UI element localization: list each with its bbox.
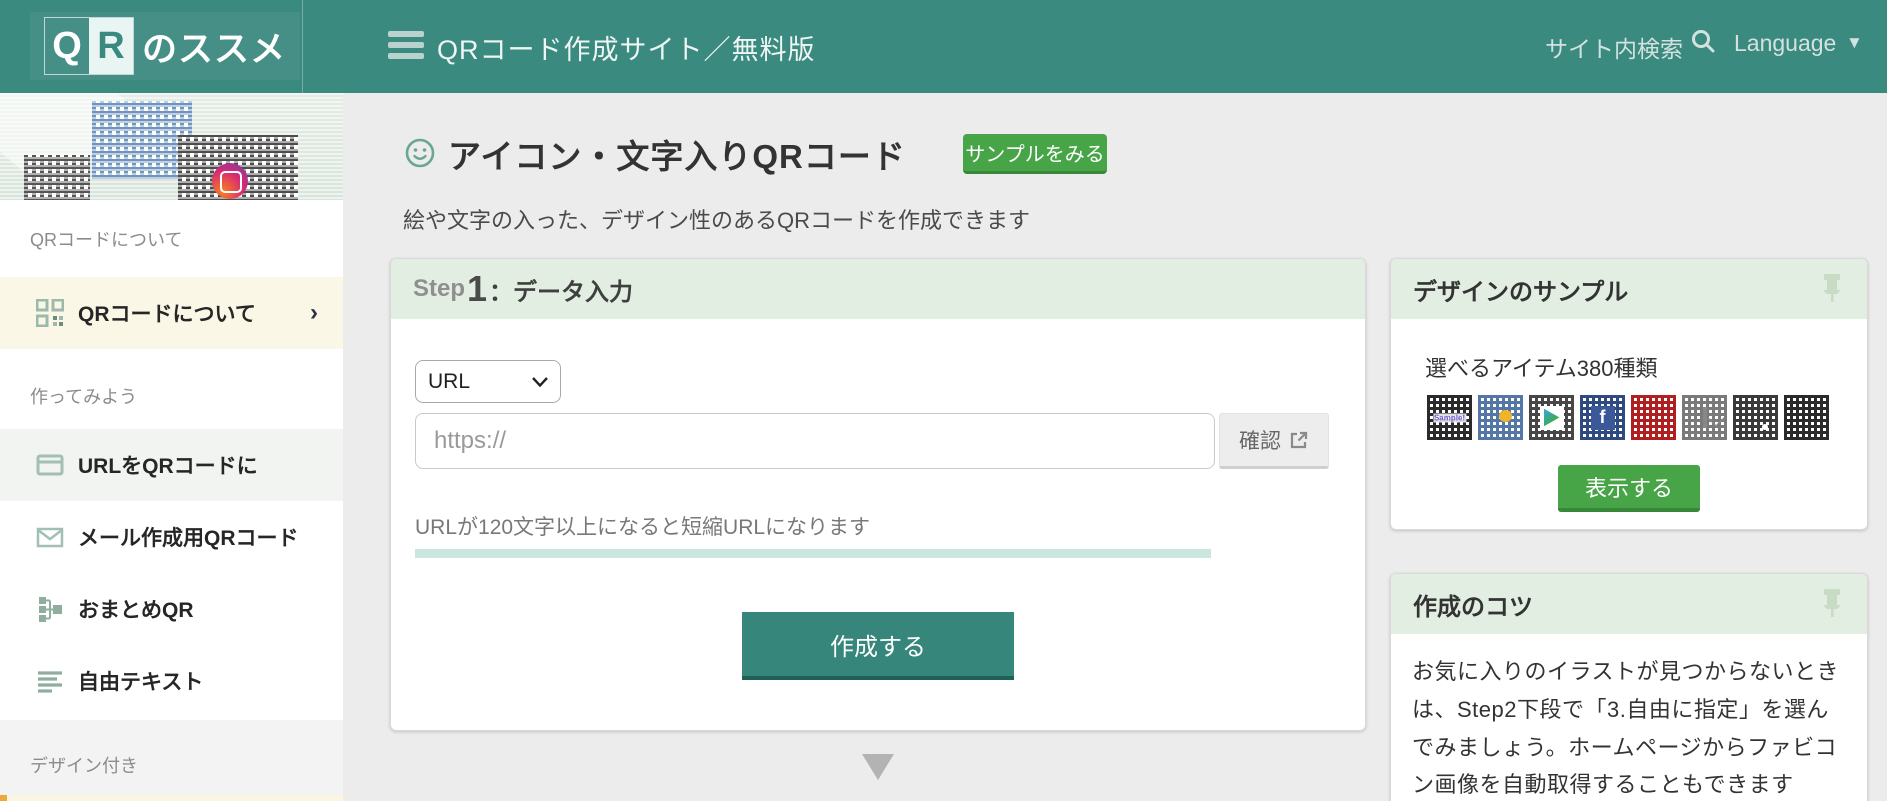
progress-underline-bar [415,549,1211,558]
sitemap-icon [36,595,64,623]
step-number: 1 [467,268,487,310]
page-title: アイコン・文字入りQRコード [448,130,906,178]
sidebar-item-label: URLをQRコードに [78,450,258,480]
chevron-down-icon [532,377,548,387]
qr-sample-text: Sample! [1425,393,1474,442]
header-divider [302,0,303,93]
confirm-button[interactable]: 確認 [1219,413,1329,469]
qr-code-icon [36,299,64,327]
pushpin-icon [1819,273,1845,308]
google-play-icon [1540,406,1564,430]
qr-sample-google-play [1527,393,1576,442]
sidebar-item-label: おまとめQR [78,594,194,624]
step-word: Step [413,275,465,303]
instagram-icon [212,163,248,199]
qr-sample-duck [1476,393,1525,442]
sidebar-item-label: メール作成用QRコード [78,522,299,552]
logo-letter-r: R [89,18,133,74]
show-designs-button[interactable]: 表示する [1558,465,1700,512]
search-icon[interactable] [1690,28,1716,59]
smiley-icon [404,137,436,174]
text-lines-icon [36,667,64,695]
url-length-note: URLが120文字以上になると短縮URLになります [415,511,870,541]
qr-sample-plain [1782,393,1831,442]
external-link-icon [1289,430,1309,450]
item-count-text: 選べるアイテム380種類 [1425,351,1658,383]
sidebar-item-mail-qr[interactable]: メール作成用QRコード [0,501,343,573]
sidebar-item-about-qr[interactable]: QRコードについて › [0,277,343,349]
qr-collage-banner [0,93,343,200]
confirm-button-label: 確認 [1239,425,1281,455]
step1-panel-header: Step 1 ：データ入力 [391,259,1365,319]
qr-sample-row: Sample! f [1425,393,1831,442]
create-button[interactable]: 作成する [742,612,1014,680]
hamburger-menu-icon[interactable] [388,31,424,61]
creation-tips-panel-header: 作成のコツ [1391,574,1867,634]
pushpin-icon [1819,588,1845,623]
view-sample-button[interactable]: サンプルをみる [963,134,1107,174]
url-input[interactable] [415,413,1215,469]
scroll-down-arrow-icon [862,754,894,780]
design-sample-panel-header: デザインのサンプル [1391,259,1867,319]
browser-window-icon [36,451,64,479]
sidebar-item-label: 自由テキスト [78,666,203,696]
top-header-bar: QR のススメ QRコード作成サイト／無料版 サイト内検索 Language ▼ [0,0,1887,93]
page-subtitle: 絵や文字の入った、デザイン性のあるQRコードを作成できます [403,203,1030,235]
sidebar-section-about: QRコードについて [30,226,182,252]
sidebar: QRコードについて QRコードについて › 作ってみよう URLをQRコードに … [0,93,343,801]
step-title: ：データ入力 [489,272,633,307]
chevron-right-icon: › [310,299,318,327]
language-dropdown-arrow[interactable]: ▼ [1846,33,1863,53]
sidebar-item-omatome-qr[interactable]: おまとめQR [0,573,343,645]
language-menu[interactable]: Language [1734,30,1836,57]
creation-tips-text: お気に入りのイラストが見つからないときは、Step2下段で「3.自由に指定」を選… [1412,653,1850,801]
site-search-link[interactable]: サイト内検索 [1545,30,1683,64]
sidebar-item-url-to-qr[interactable]: URLをQRコードに [0,429,343,501]
sample-text-label: Sample! [1433,413,1466,422]
sidebar-section-design: デザイン付き [30,752,373,778]
design-sample-panel-title: デザインのサンプル [1413,272,1628,307]
data-type-select-value: URL [428,370,532,394]
qr-sample-facebook: f [1578,393,1627,442]
mail-icon [36,523,64,551]
sidebar-item-free-text[interactable]: 自由テキスト [0,645,343,717]
sidebar-section-design-area: デザイン付き [0,720,343,795]
logo-text: のススメ [142,21,286,72]
sidebar-item-label: QRコードについて [78,298,256,328]
qr-sample-map-pin [1731,393,1780,442]
sidebar-section-make: 作ってみよう [30,383,137,409]
creation-tips-panel-title: 作成のコツ [1413,587,1533,622]
facebook-icon: f [1591,406,1615,430]
sidebar-item-active-partial[interactable] [0,795,343,801]
qr-sample-mail [1680,393,1729,442]
page-header-title: QRコード作成サイト／無料版 [437,28,816,67]
data-type-select[interactable]: URL [415,360,561,403]
logo-letter-q: Q [45,18,89,74]
site-logo[interactable]: QR のススメ [30,12,300,80]
qr-sample-rose [1629,393,1678,442]
logo-qr-box: QR [44,17,134,75]
envelope-icon [1703,409,1707,427]
